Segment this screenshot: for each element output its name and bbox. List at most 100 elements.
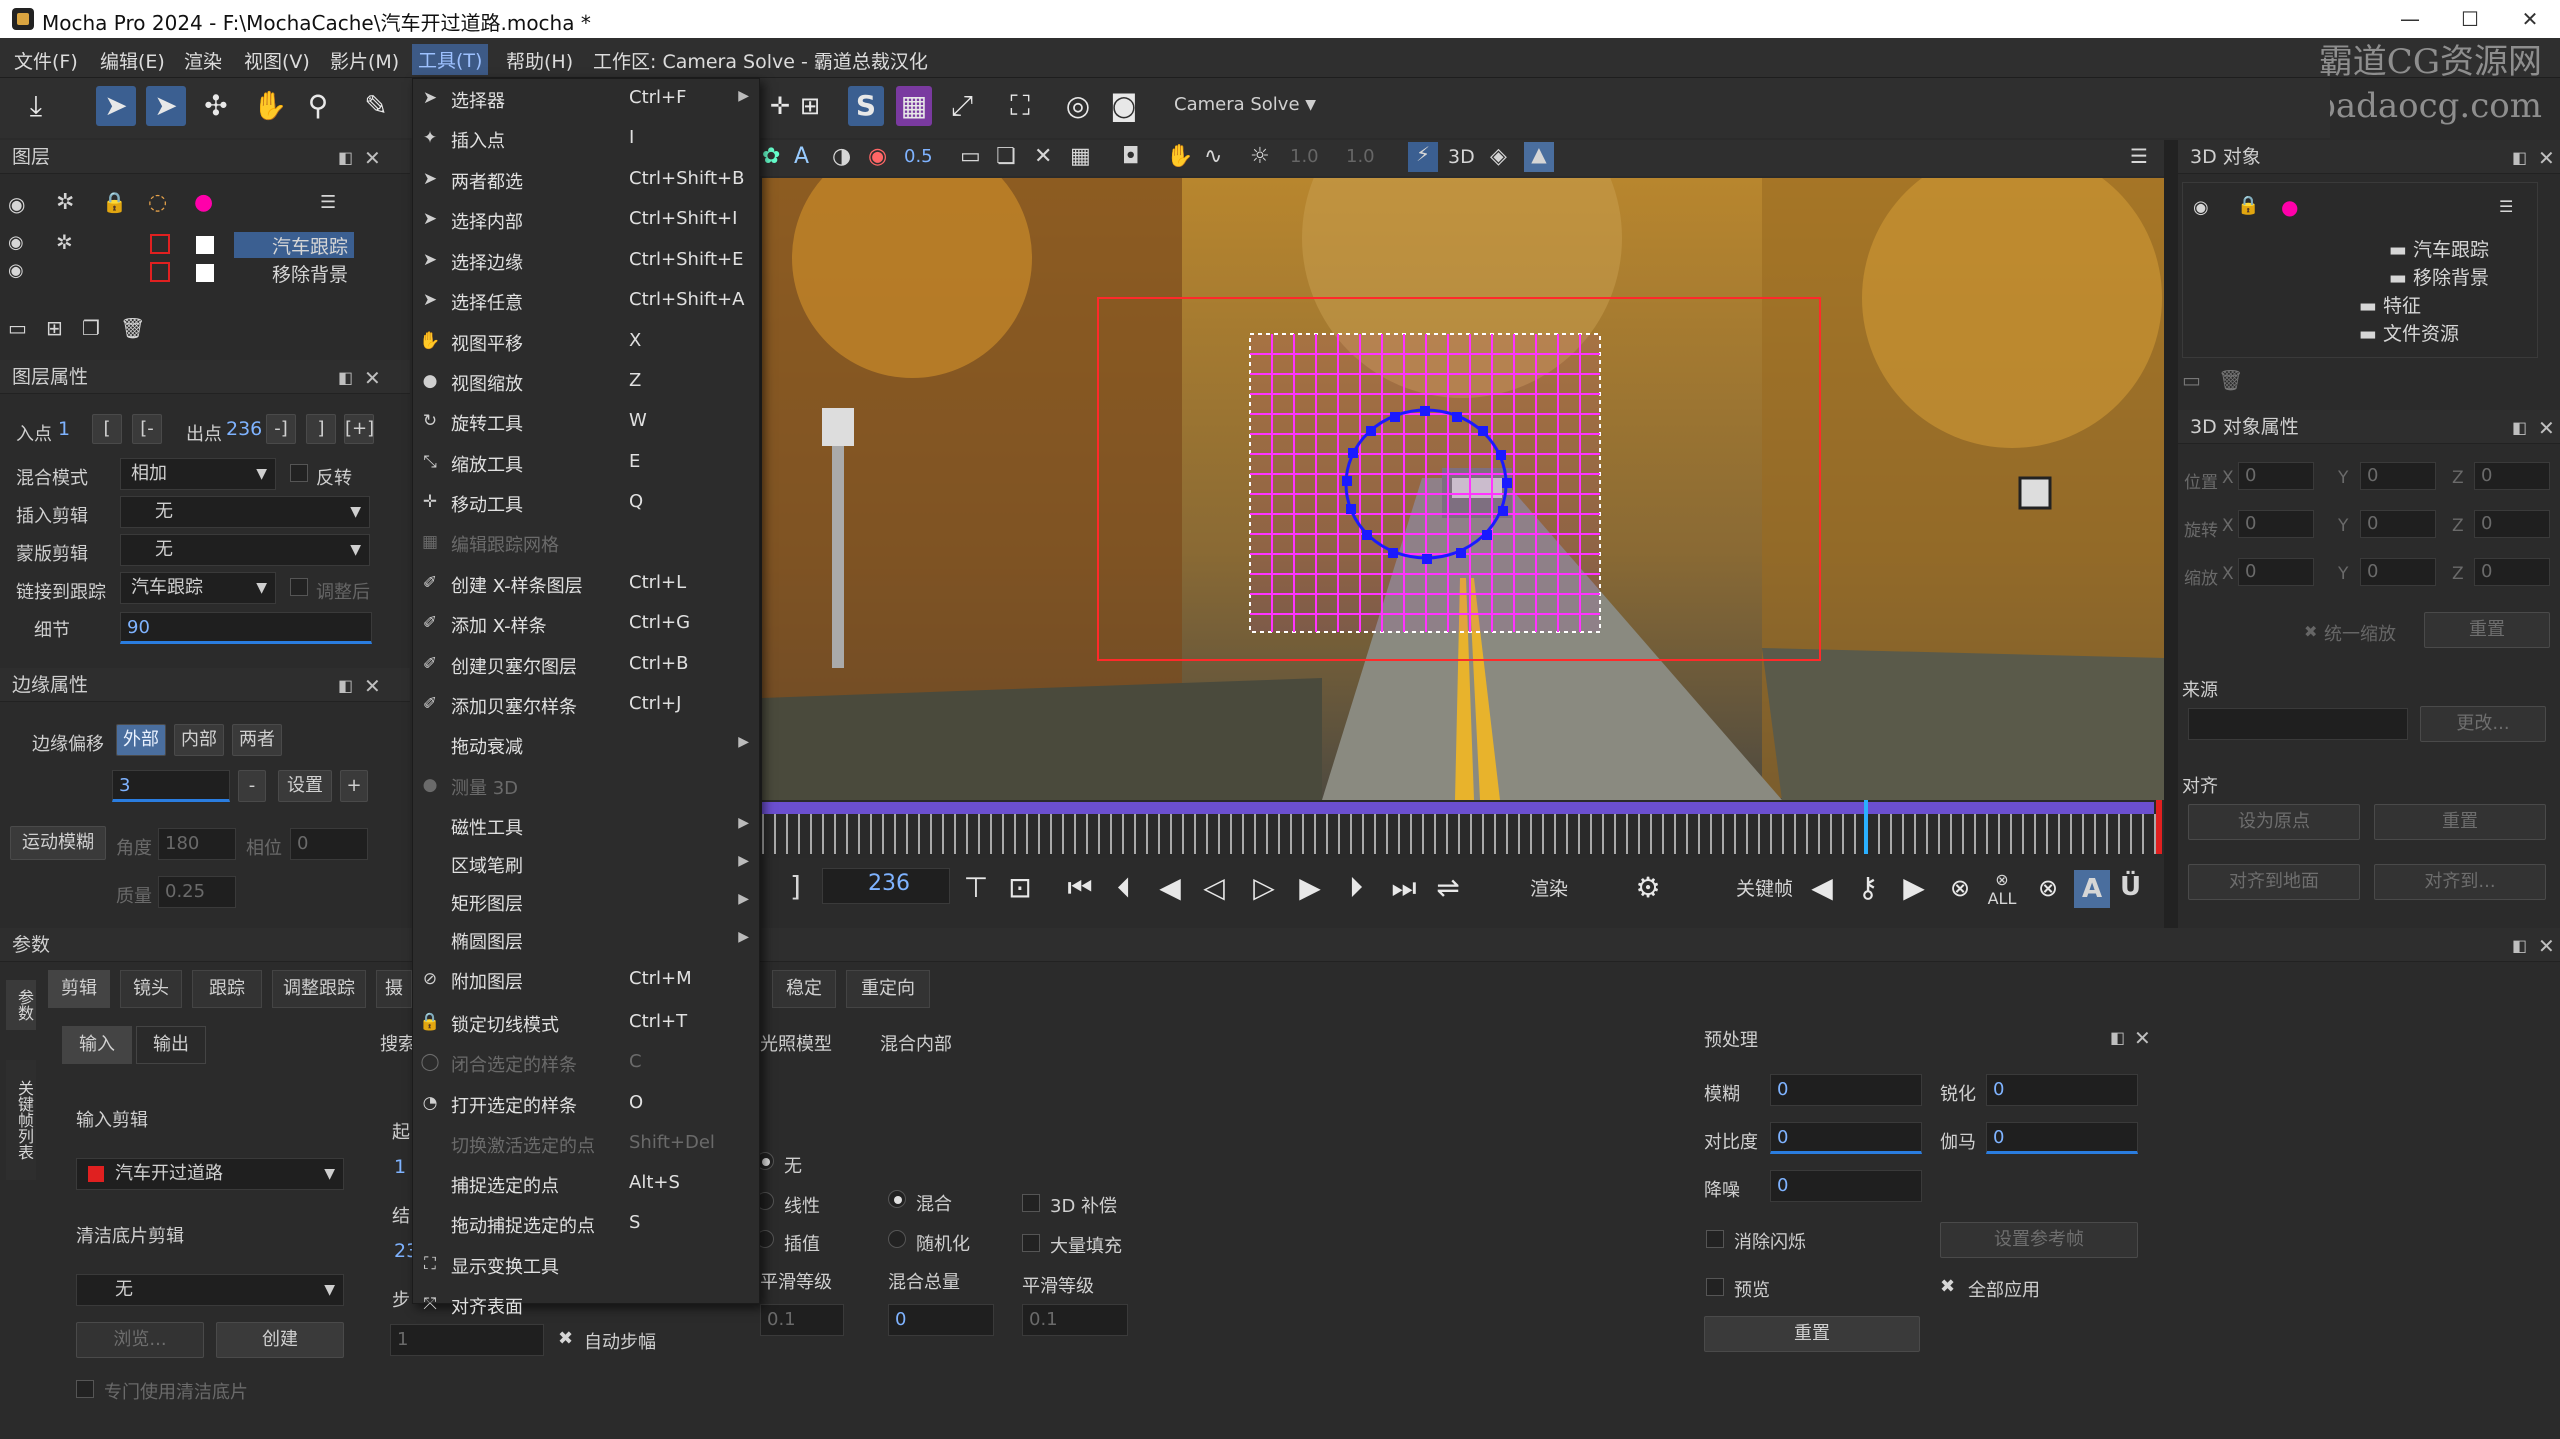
clear-key-icon[interactable]: ⊗ — [2028, 868, 2068, 908]
mesh-icon[interactable]: ▦ — [896, 86, 932, 126]
create-button[interactable]: 创建 — [216, 1322, 344, 1358]
set-out-icon[interactable]: ] — [306, 414, 336, 444]
set-in-icon[interactable]: [ — [92, 414, 122, 444]
gear-icon[interactable]: ⚙ — [1628, 868, 1668, 908]
tools-menu-item[interactable]: ◔ 打开选定的样条 O — [413, 1084, 759, 1122]
tab-stabilize[interactable]: 稳定 — [772, 970, 836, 1008]
layer-row[interactable]: ◉ 移除背景 — [0, 260, 370, 286]
contrast-field[interactable]: 0 — [1770, 1122, 1922, 1154]
pos-y-field[interactable]: 0 — [2360, 462, 2436, 490]
image-icon[interactable]: ▲ — [1524, 142, 1554, 172]
tools-menu-item[interactable]: ➤ 选择边缘 Ctrl+Shift+E — [413, 241, 759, 279]
add-keyframe-icon[interactable]: ⚷ — [1848, 868, 1888, 908]
camera-icon[interactable]: ◙ — [1106, 86, 1142, 126]
folder-icon[interactable]: ▭ — [2182, 368, 2201, 392]
gear-icon[interactable]: ✲ — [56, 190, 74, 215]
select-tool-icon[interactable]: ➤ — [96, 86, 136, 126]
viewer-canvas[interactable] — [762, 178, 2164, 800]
stabilize-icon[interactable]: ◘ — [1122, 144, 1139, 169]
layer-name[interactable]: 汽车跟踪 — [234, 232, 354, 258]
layer-color-swatch[interactable] — [150, 262, 170, 282]
tools-menu-item[interactable]: ⤡ 缩放工具 E — [413, 443, 759, 481]
goto-out-icon[interactable]: -] — [266, 414, 296, 444]
menu-edit[interactable]: 编辑(E) — [100, 47, 165, 74]
rot-x-field[interactable]: 0 — [2238, 510, 2314, 538]
delete-key-icon[interactable]: ⊗ — [1940, 868, 1980, 908]
pos-x-field[interactable]: 0 — [2238, 462, 2314, 490]
insert-clip-select[interactable]: 无 — [120, 496, 370, 528]
offset-set-button[interactable]: 设置 — [278, 770, 332, 802]
tree-item[interactable]: ▬ 文件资源 — [2359, 319, 2459, 346]
close-button[interactable]: ✕ — [2507, 4, 2553, 34]
side-tab-params[interactable]: 参数 — [6, 980, 36, 1030]
chk-bulk[interactable] — [1022, 1234, 1040, 1252]
tools-menu-item[interactable]: ↻ 旋转工具 W — [413, 402, 759, 440]
source-field[interactable] — [2188, 708, 2408, 740]
eye-icon[interactable]: ◉ — [8, 260, 24, 281]
mode-3d[interactable]: 3D — [1448, 146, 1475, 168]
set-in-icon[interactable]: ⊤ — [956, 868, 996, 908]
layer-color-swatch[interactable] — [150, 234, 170, 254]
tools-menu-item[interactable]: ⊘ 附加图层 Ctrl+M — [413, 960, 759, 998]
zoom-value-2[interactable]: 1.0 — [1346, 146, 1375, 167]
add-point-icon[interactable]: ✣ — [196, 86, 236, 126]
align-to-button[interactable]: 对齐到... — [2374, 864, 2546, 900]
duplicate-icon[interactable]: ❐ — [82, 316, 100, 340]
zoom-icon[interactable]: ⚲ — [298, 86, 338, 126]
monitor-icon[interactable]: ▭ — [960, 144, 981, 169]
timeline[interactable] — [762, 800, 2164, 858]
tools-menu-item[interactable]: 拖动衰减 ▶ — [413, 725, 759, 763]
panel-close-icon[interactable]: ✕ — [2538, 934, 2555, 958]
panel-float-icon[interactable]: ◧ — [2512, 418, 2527, 437]
detail-field[interactable]: 90 — [120, 612, 372, 644]
tools-menu-item[interactable]: ✛ 移动工具 Q — [413, 483, 759, 521]
panel-float-icon[interactable]: ◧ — [2512, 148, 2527, 167]
motion-blur-button[interactable]: 运动模糊 — [10, 826, 106, 860]
pen-icon[interactable]: ✎ — [356, 86, 396, 126]
uniform-scale-check-icon[interactable]: ✖ — [2304, 622, 2317, 641]
render-label[interactable]: 渲染 — [1530, 874, 1568, 901]
tools-menu-item[interactable]: 矩形图层 ▶ — [413, 882, 759, 920]
last-frame-icon[interactable]: ⏭ — [1384, 868, 1424, 908]
goto-in-icon[interactable]: [- — [132, 414, 162, 444]
panel-float-icon[interactable]: ◧ — [338, 148, 353, 167]
tools-menu-item[interactable]: ⛶ 显示变换工具 — [413, 1245, 759, 1283]
color-icon[interactable]: ✿ — [762, 144, 780, 169]
tab-camera[interactable]: 摄 — [376, 970, 412, 1008]
import-icon[interactable]: ⤓ — [16, 86, 56, 126]
in-value[interactable]: 1 — [58, 418, 70, 440]
tools-menu-item[interactable]: ✐ 添加 X-样条 Ctrl+G — [413, 604, 759, 642]
preview-checkbox[interactable] — [1706, 1278, 1724, 1296]
matte-clip-select[interactable]: 无 — [120, 534, 370, 566]
out-marker[interactable] — [2156, 800, 2162, 854]
flash-icon[interactable]: ⚡ — [1408, 142, 1438, 172]
offset-inner-tab[interactable]: 内部 — [174, 724, 224, 756]
tools-menu-item[interactable]: 区域笔刷 ▶ — [413, 844, 759, 882]
panel-close-icon[interactable]: ✕ — [2134, 1026, 2151, 1050]
motion-icon[interactable]: ∿ — [1204, 144, 1222, 169]
set-ref-button[interactable]: 设置参考帧 — [1940, 1222, 2138, 1258]
target-icon[interactable]: ◎ — [1060, 86, 1096, 126]
tools-menu-item[interactable]: 椭圆图层 ▶ — [413, 920, 759, 958]
maximize-button[interactable]: ☐ — [2447, 4, 2493, 34]
tools-menu-item[interactable]: ✋ 视图平移 X — [413, 322, 759, 360]
layer-name[interactable]: 移除背景 — [234, 260, 354, 286]
menu-tools[interactable]: 工具(T) — [412, 44, 489, 75]
panel-close-icon[interactable]: ✕ — [364, 674, 381, 698]
preprocess-reset-button[interactable]: 重置 — [1704, 1316, 1920, 1352]
menu-view[interactable]: 视图(V) — [244, 47, 310, 74]
tools-menu-item[interactable]: 🔒 锁定切线模式 Ctrl+T — [413, 1003, 759, 1041]
layer-row[interactable]: ◉ ✲ 汽车跟踪 — [0, 230, 370, 258]
clean-plate-select[interactable]: 无 — [76, 1274, 344, 1306]
step-back-icon[interactable]: ◁ — [1194, 868, 1234, 908]
tools-menu-item[interactable]: ➤ 选择器 Ctrl+F ▶ — [413, 79, 759, 117]
trash-icon[interactable]: 🗑 — [120, 316, 145, 340]
palette-icon[interactable]: ● — [2281, 195, 2298, 219]
tab-adjust-track[interactable]: 调整跟踪 — [272, 970, 366, 1008]
zoom-value-1[interactable]: 1.0 — [1290, 146, 1319, 167]
tab-clip[interactable]: 剪辑 — [48, 970, 110, 1008]
tools-menu-item[interactable]: 拖动捕捉选定的点 S — [413, 1204, 759, 1242]
menu-file[interactable]: 文件(F) — [14, 47, 78, 74]
tools-menu-item[interactable]: 磁性工具 ▶ — [413, 806, 759, 844]
surface-icon[interactable]: S — [848, 86, 884, 126]
